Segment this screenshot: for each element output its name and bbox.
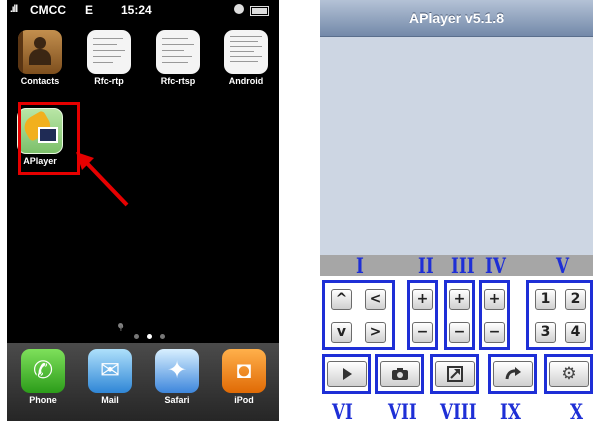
signal-strength: .ıll xyxy=(10,4,18,15)
number-1-button[interactable]: 1 xyxy=(535,289,556,310)
group-label-vi: VI xyxy=(332,399,353,424)
rotate-icon xyxy=(505,367,521,380)
red-arrow-icon xyxy=(76,152,129,207)
phone-icon: ✆ xyxy=(21,349,65,393)
group-label-i: I xyxy=(356,253,364,278)
settings-icon: ⚙ xyxy=(561,364,577,384)
number-3-button[interactable]: 3 xyxy=(535,322,556,343)
group-fullscreen xyxy=(430,354,479,394)
zoom-plus-button[interactable]: + xyxy=(412,289,433,310)
app-label: Rfc-rtsp xyxy=(160,76,196,86)
number-4-button[interactable]: 4 xyxy=(565,322,586,343)
snapshot-button[interactable] xyxy=(380,361,420,387)
brightness-plus-button[interactable]: + xyxy=(484,289,505,310)
app-label: Mail xyxy=(101,395,119,405)
group-label-ii: II xyxy=(418,253,434,278)
nav-up-button[interactable]: ^ xyxy=(331,289,352,310)
volume-minus-button[interactable]: − xyxy=(449,322,470,343)
fullscreen-icon xyxy=(447,366,463,382)
nav-down-button[interactable]: v xyxy=(331,322,352,343)
rotate-button[interactable] xyxy=(493,361,533,387)
nav-left-button[interactable]: < xyxy=(365,289,386,310)
app-label: Rfc-rtp xyxy=(94,76,124,86)
nav-right-button[interactable]: > xyxy=(365,322,386,343)
group-navigation: ^ < v > xyxy=(322,280,395,350)
app-android[interactable]: Android xyxy=(216,30,276,86)
group-label-v: V xyxy=(556,253,570,278)
dock-app-mail[interactable]: ✉ Mail xyxy=(80,349,140,405)
app-label: Phone xyxy=(29,395,57,405)
app-rfc-rtp[interactable]: Rfc-rtp xyxy=(79,30,139,86)
group-settings: ⚙ xyxy=(544,354,593,394)
aplayer-window: APlayer v5.1.8 ^ < v > + − + − + − 1 2 3… xyxy=(320,0,593,425)
network-type: E xyxy=(85,3,94,17)
group-volume: + − xyxy=(444,280,475,350)
ipod-icon: ◘ xyxy=(222,349,266,393)
group-label-viii: VIII xyxy=(440,399,477,424)
group-rotate xyxy=(488,354,537,394)
orientation-lock-icon xyxy=(234,4,244,14)
zoom-minus-button[interactable]: − xyxy=(412,322,433,343)
dock-app-phone[interactable]: ✆ Phone xyxy=(13,349,73,405)
status-bar: .ıll CMCC E 15:24 xyxy=(7,0,279,20)
aplayer-highlight-box xyxy=(18,102,80,175)
app-label: Android xyxy=(228,76,264,86)
app-label: iPod xyxy=(234,395,254,405)
page-indicator: ⚲ xyxy=(118,323,173,344)
group-label-x: X xyxy=(570,399,584,424)
volume-plus-button[interactable]: + xyxy=(449,289,470,310)
camera-icon xyxy=(392,368,408,380)
status-time: 15:24 xyxy=(121,3,152,17)
app-label: Safari xyxy=(164,395,190,405)
app-rfc-rtsp[interactable]: Rfc-rtsp xyxy=(148,30,208,86)
group-label-ix: IX xyxy=(500,399,521,424)
dock-app-safari[interactable]: ✦ Safari xyxy=(147,349,207,405)
app-label: Contacts xyxy=(20,76,60,86)
document-icon xyxy=(224,30,268,74)
player-title: APlayer v5.1.8 xyxy=(320,0,593,37)
mail-icon: ✉ xyxy=(88,349,132,393)
fullscreen-button[interactable] xyxy=(435,361,475,387)
app-contacts[interactable]: Contacts xyxy=(10,30,70,86)
group-snapshot xyxy=(375,354,424,394)
brightness-minus-button[interactable]: − xyxy=(484,322,505,343)
document-icon xyxy=(87,30,131,74)
contacts-icon xyxy=(18,30,62,74)
number-2-button[interactable]: 2 xyxy=(565,289,586,310)
settings-button[interactable]: ⚙ xyxy=(549,361,589,387)
document-icon xyxy=(156,30,200,74)
carrier-name: CMCC xyxy=(30,3,66,17)
play-button[interactable] xyxy=(327,361,367,387)
group-brightness: + − xyxy=(479,280,510,350)
dock: ✆ Phone ✉ Mail ✦ Safari ◘ iPod xyxy=(7,343,279,421)
group-zoom: + − xyxy=(407,280,438,350)
battery-icon xyxy=(250,6,269,16)
play-icon xyxy=(342,368,352,380)
dock-app-ipod[interactable]: ◘ iPod xyxy=(214,349,274,405)
iphone-home-screen: .ıll CMCC E 15:24 Contacts Rfc-rtp Rfc-r… xyxy=(7,0,279,421)
group-number-keys: 1 2 3 4 xyxy=(526,280,593,350)
group-label-iii: III xyxy=(451,253,475,278)
group-label-vii: VII xyxy=(388,399,417,424)
group-label-iv: IV xyxy=(485,253,506,278)
spotlight-search-icon: ⚲ xyxy=(118,323,124,332)
group-play xyxy=(322,354,371,394)
safari-icon: ✦ xyxy=(155,349,199,393)
video-area[interactable] xyxy=(320,37,593,255)
